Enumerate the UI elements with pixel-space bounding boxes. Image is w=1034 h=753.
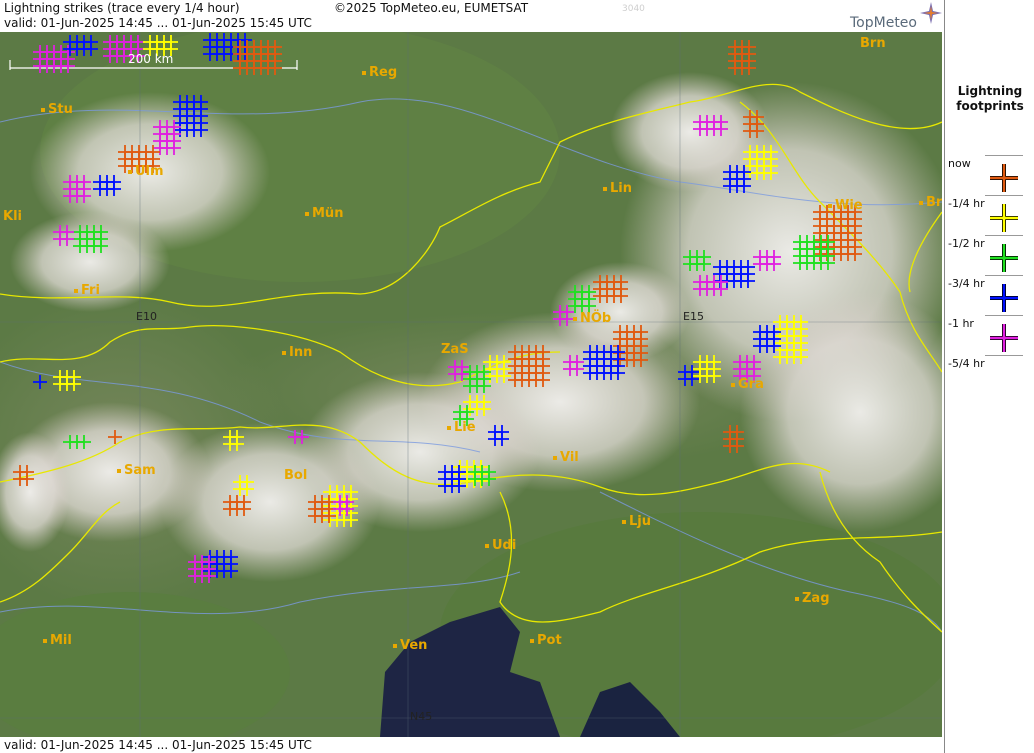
legend-cross-icon [990,324,1018,352]
legend-entry: -1 hr [945,315,1034,352]
city-zag: Zag [795,591,830,606]
city-reg: Reg [362,65,397,80]
legend-entry: -1/4 hr [945,195,1034,232]
city-ulm: Ulm [128,164,164,179]
grid-label-e10: E10 [136,310,157,323]
footer-bar: valid: 01-Jun-2025 14:45 ... 01-Jun-2025… [0,737,944,753]
city-wie: Wie [828,198,863,213]
city-br: Br [919,195,942,210]
header-bar: Lightning strikes (trace every 1/4 hour)… [0,0,944,32]
legend-label: -1 hr [948,317,974,330]
legend-title: Lightning footprints [956,84,1024,113]
legend-cross-icon [990,164,1018,192]
legend-rule [985,355,1023,356]
scale-label: 200 km [128,52,174,66]
valid-time-top: valid: 01-Jun-2025 14:45 ... 01-Jun-2025… [4,16,312,30]
city-kli: Kli [3,209,22,224]
legend-cross-icon [990,284,1018,312]
valid-time-bottom: valid: 01-Jun-2025 14:45 ... 01-Jun-2025… [4,738,312,752]
city-ven: Ven [393,638,427,653]
legend-label: -1/4 hr [948,197,985,210]
legend-rule [985,195,1023,196]
legend-rule [985,315,1023,316]
legend-label: -3/4 hr [948,277,985,290]
city-zas: ZaS [441,342,469,357]
legend-label: -1/2 hr [948,237,985,250]
topmeteo-logo-icon [920,2,942,24]
faint-code: 3040 [622,4,645,14]
legend-rule [985,275,1023,276]
legend-cross-icon [990,244,1018,272]
city-bol: Bol [284,468,308,483]
map-title: Lightning strikes (trace every 1/4 hour) [4,1,240,15]
city-pot: Pot [530,633,562,648]
city-sam: Sam [117,463,156,478]
city-mil: Mil [43,633,72,648]
legend-rule [985,235,1023,236]
legend-label: -5/4 hr [948,357,985,370]
city-nob: NÖb [573,311,611,326]
legend-entry: -3/4 hr [945,275,1034,312]
grid-label-e15: E15 [683,310,704,323]
legend-rule [985,155,1023,156]
copyright-text: ©2025 TopMeteo.eu, EUMETSAT [334,1,529,15]
city-stu: Stu [41,102,73,117]
legend-entry: now [945,155,1034,192]
satellite-map[interactable]: 200 km Brn Reg Stu Ulm Lin Wie Br Kli Mü… [0,32,942,737]
city-fri: Fri [74,283,100,298]
city-lie: Lie [447,420,476,435]
city-lin: Lin [603,181,632,196]
city-inn: Inn [282,345,312,360]
city-gra: Gra [731,377,764,392]
city-mun: Mün [305,206,343,221]
legend-label: now [948,157,971,170]
legend-cross-icon [990,204,1018,232]
legend-entry: -5/4 hr [945,355,1034,375]
map-canvas [0,32,942,737]
city-vil: Vil [553,450,579,465]
legend-panel: Lightning footprints now -1/4 hr -1/2 hr -3… [944,0,1034,753]
topmeteo-logo-text: TopMeteo [850,15,917,31]
city-lju: Lju [622,514,651,529]
city-brn: Brn [860,36,886,51]
city-udi: Udi [485,538,516,553]
legend-entry: -1/2 hr [945,235,1034,272]
grid-label-n45: N45 [410,710,433,723]
